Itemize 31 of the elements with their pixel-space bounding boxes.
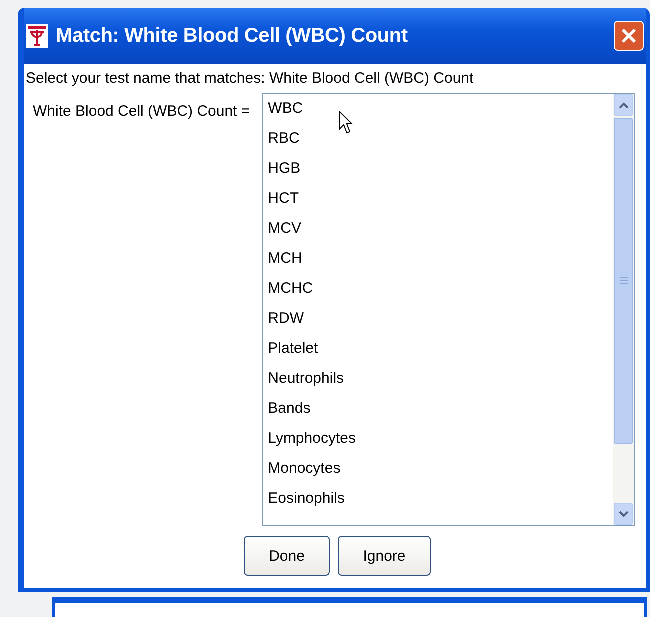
- close-button[interactable]: [614, 21, 644, 51]
- list-item[interactable]: Lymphocytes: [266, 428, 358, 458]
- scroll-thumb[interactable]: [614, 118, 634, 444]
- list-item[interactable]: RDW: [266, 308, 306, 338]
- grip-icon: [620, 277, 628, 285]
- close-icon: [620, 27, 638, 45]
- prompt-text: Select your test name that matches: White Blood Cell (WBC) Count: [26, 70, 475, 87]
- list-item[interactable]: HGB: [266, 158, 303, 188]
- test-list[interactable]: WBC RBC HGB HCT MCV MCH MCHC RDW Platelet Neutrophils Bands Lymphocytes Monocytes Eosinophils: [262, 93, 636, 526]
- app-logo-icon: [26, 24, 48, 48]
- done-button[interactable]: Done: [244, 536, 330, 576]
- list-item[interactable]: Platelet: [266, 338, 320, 368]
- list-item[interactable]: Neutrophils: [266, 368, 346, 398]
- list-item[interactable]: Bands: [266, 398, 313, 428]
- scrollbar[interactable]: [613, 94, 634, 525]
- list-item[interactable]: Eosinophils: [266, 488, 347, 518]
- list-item[interactable]: RBC: [266, 128, 302, 158]
- window-title: Match: White Blood Cell (WBC) Count: [56, 24, 409, 48]
- chevron-down-icon: [618, 510, 629, 518]
- list-item[interactable]: Monocytes: [266, 458, 343, 488]
- ignore-button[interactable]: Ignore: [338, 536, 431, 576]
- list-item[interactable]: WBC: [266, 98, 306, 128]
- mouse-pointer-icon: [339, 111, 354, 135]
- chevron-up-icon: [618, 102, 629, 108]
- list-item[interactable]: MCV: [266, 218, 304, 248]
- list-item[interactable]: MCH: [266, 248, 304, 278]
- field-label: White Blood Cell (WBC) Count =: [33, 103, 250, 122]
- list-item[interactable]: MCHC: [266, 278, 316, 308]
- list-item[interactable]: HCT: [266, 188, 301, 218]
- scroll-down-button[interactable]: [614, 503, 634, 525]
- scroll-up-button[interactable]: [614, 94, 634, 116]
